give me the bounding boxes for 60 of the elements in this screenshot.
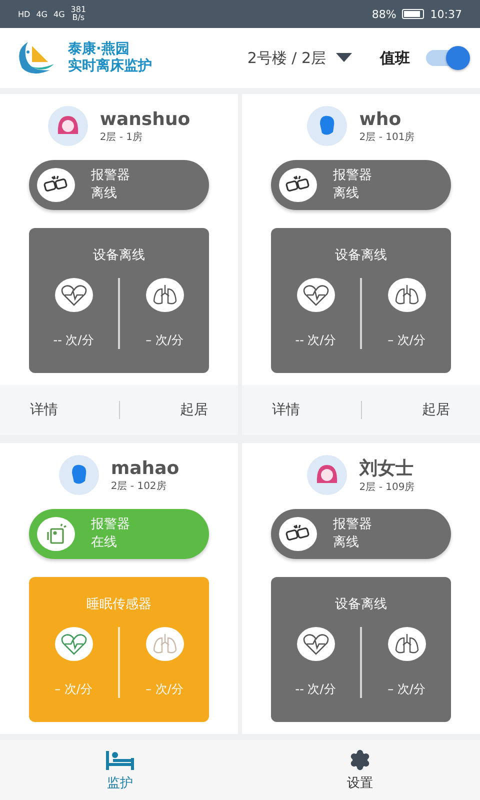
dropdown-caret-icon[interactable] (336, 53, 352, 63)
battery-icon (402, 9, 424, 19)
heart-rate: -- 次/分 (53, 332, 94, 349)
breath-rate: – 次/分 (388, 332, 426, 349)
action-link[interactable]: 详情 (30, 401, 58, 419)
breath-rate: – 次/分 (146, 681, 184, 698)
location-selector[interactable]: 2号楼 / 2层 (247, 48, 326, 68)
lungs-icon (392, 632, 420, 656)
breath-rate: – 次/分 (388, 681, 426, 698)
duty-label: 值班 (380, 48, 410, 68)
room-label: 2层 - 102房 (110, 480, 168, 492)
heart-rate: – 次/分 (54, 681, 92, 698)
alarm-status[interactable]: 报警器 离线 (271, 509, 451, 559)
breath-rate: – 次/分 (146, 332, 184, 349)
lungs-icon (150, 283, 178, 307)
heart-rate: -- 次/分 (295, 681, 336, 698)
action-link[interactable]: 详情 (272, 401, 300, 419)
room-label: 2层 - 101房 (359, 130, 415, 144)
brand-subtitle: 实时离床监护 (68, 58, 152, 75)
alarm-state: 离线 (333, 534, 360, 552)
alarm-label: 报警器 (91, 516, 130, 534)
alarm-label: 报警器 (333, 516, 372, 534)
network-speed: 381 (70, 6, 86, 14)
alarm-label: 报警器 (91, 167, 130, 185)
resident-name: wanshuo (100, 108, 190, 130)
lungs-icon (150, 632, 178, 656)
alarm-status[interactable]: 报警器 离线 (271, 160, 451, 210)
status-indicator: HD (18, 10, 30, 18)
alarm-label: 报警器 (333, 167, 372, 185)
nav-tab[interactable]: 监护 (0, 740, 240, 800)
alarm-state: 在线 (91, 534, 118, 552)
resident-name: 刘女士 (359, 457, 414, 480)
bed-icon (105, 748, 135, 770)
status-indicator: 4G (36, 10, 48, 18)
resident-name: mahao (110, 458, 180, 478)
brand-name: 泰康·燕园 (68, 41, 130, 58)
sensor-title: 设备离线 (335, 247, 387, 264)
resident-name: who (359, 108, 402, 130)
clock: 10:37 (430, 8, 462, 20)
network-speed-unit: B/s (72, 14, 85, 22)
heart-pulse-icon (60, 632, 88, 656)
lungs-icon (392, 283, 420, 307)
alarm-status[interactable]: 报警器 离线 (29, 160, 209, 210)
room-label: 2层 - 109房 (359, 480, 415, 494)
battery-percent: 88% (372, 8, 396, 20)
room-label: 2层 - 1房 (100, 130, 144, 144)
alarm-state: 离线 (91, 185, 118, 203)
action-link[interactable]: 起居 (180, 401, 208, 419)
heart-pulse-icon (60, 283, 88, 307)
sensor-title: 设备离线 (335, 596, 387, 613)
heart-rate: -- 次/分 (295, 332, 336, 349)
sensor-title: 设备离线 (93, 247, 145, 264)
status-indicator: 4G (53, 10, 65, 18)
nav-tab[interactable]: 设置 (240, 740, 480, 800)
action-link[interactable]: 起居 (422, 401, 450, 419)
heart-pulse-icon (302, 632, 330, 656)
alarm-device-icon (44, 522, 68, 546)
alarm-state: 离线 (333, 185, 360, 203)
heart-pulse-icon (302, 283, 330, 307)
sensor-title: 睡眠传感器 (86, 596, 152, 613)
